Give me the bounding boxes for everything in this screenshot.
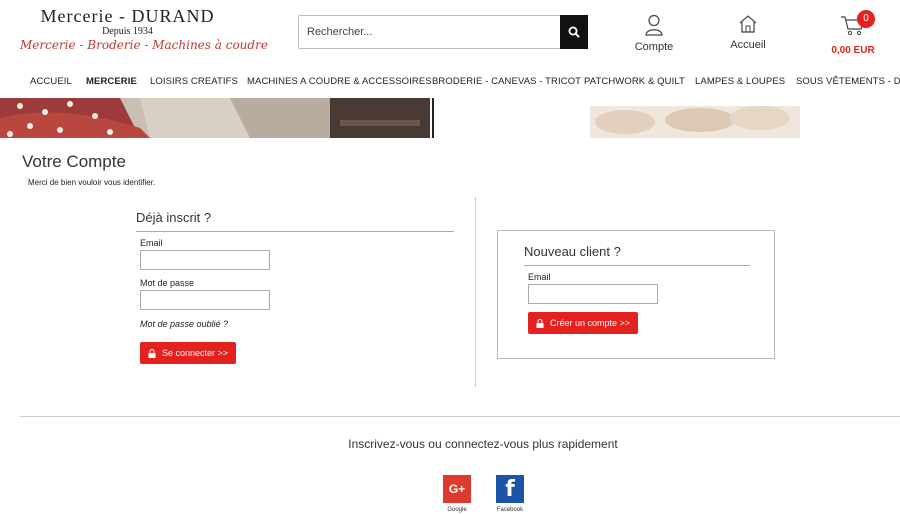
login-password-field[interactable] bbox=[140, 290, 270, 310]
search-bar bbox=[298, 15, 588, 49]
cart-link[interactable]: 0 0,00 EUR bbox=[822, 10, 884, 56]
account-link[interactable]: Compte bbox=[630, 14, 678, 53]
facebook-login-button[interactable]: f Facebook bbox=[496, 475, 524, 513]
nav-item-lampes[interactable]: LAMPES & LOUPES bbox=[695, 76, 785, 87]
hero-banner bbox=[0, 98, 900, 138]
nav-item-accueil[interactable]: ACCUEIL bbox=[30, 76, 72, 87]
horizontal-divider bbox=[20, 416, 900, 417]
google-plus-icon: G+ bbox=[443, 475, 471, 503]
nav-item-patchwork[interactable]: PATCHWORK & QUILT bbox=[584, 76, 685, 87]
home-icon bbox=[739, 15, 757, 33]
facebook-label: Facebook bbox=[496, 507, 524, 513]
account-label: Compte bbox=[634, 41, 674, 53]
register-email-label: Email bbox=[528, 272, 551, 282]
banner-image bbox=[0, 98, 900, 138]
nav-item-mercerie[interactable]: MERCERIE bbox=[86, 76, 137, 87]
page-title: Votre Compte bbox=[22, 152, 126, 171]
page-subtitle: Merci de bien vouloir vous identifier. bbox=[28, 178, 156, 187]
main-nav: ACCUEIL MERCERIE LOISIRS CREATIFS MACHIN… bbox=[0, 72, 900, 94]
login-password-label: Mot de passe bbox=[140, 278, 195, 288]
login-form: Déjà inscrit ? Email Mot de passe Mot de… bbox=[136, 210, 454, 364]
cart-total: 0,00 EUR bbox=[831, 45, 875, 56]
forgot-password-link[interactable]: Mot de passe oublié ? bbox=[140, 319, 454, 329]
nav-item-loisirs-creatifs[interactable]: LOISIRS CREATIFS bbox=[150, 76, 238, 87]
register-box: Nouveau client ? Email Créer un compte >… bbox=[497, 230, 775, 359]
user-icon bbox=[645, 14, 663, 36]
facebook-icon: f bbox=[496, 475, 524, 503]
logo-since: Depuis 1934 bbox=[102, 26, 153, 37]
cart-count-badge: 0 bbox=[857, 10, 875, 28]
search-icon bbox=[568, 26, 580, 38]
login-heading: Déjà inscrit ? bbox=[136, 210, 454, 232]
search-input[interactable] bbox=[299, 16, 561, 48]
google-login-button[interactable]: G+ Google bbox=[443, 475, 471, 513]
nav-item-machines-a-coudre[interactable]: MACHINES A COUDRE & ACCESSOIRES bbox=[247, 76, 432, 87]
create-account-button[interactable]: Créer un compte >> bbox=[528, 312, 639, 334]
search-button[interactable] bbox=[560, 15, 588, 49]
login-email-field[interactable] bbox=[140, 250, 270, 270]
home-label: Accueil bbox=[730, 39, 766, 51]
create-account-label: Créer un compte >> bbox=[550, 318, 631, 328]
google-label: Google bbox=[447, 507, 467, 513]
social-login-title: Inscrivez-vous ou connectez-vous plus ra… bbox=[348, 437, 618, 451]
logo-name: Mercerie - DURAND bbox=[40, 6, 215, 26]
register-heading: Nouveau client ? bbox=[524, 244, 750, 266]
login-button-label: Se connecter >> bbox=[162, 348, 229, 358]
login-button[interactable]: Se connecter >> bbox=[140, 342, 237, 364]
login-email-label: Email bbox=[140, 238, 163, 248]
lock-icon bbox=[148, 348, 156, 358]
home-link[interactable]: Accueil bbox=[725, 14, 771, 51]
nav-item-broderie[interactable]: BRODERIE - CANEVAS - TRICOT bbox=[432, 76, 581, 87]
register-email-field[interactable] bbox=[528, 284, 658, 304]
logo-tagline: Mercerie - Broderie - Machines à coudre bbox=[20, 38, 268, 52]
vertical-divider bbox=[475, 197, 476, 387]
nav-item-sous-vetements[interactable]: SOUS VÊTEMENTS - DIVI bbox=[796, 76, 900, 87]
site-header: Mercerie - DURAND Depuis 1934 Mercerie -… bbox=[0, 0, 900, 66]
site-logo[interactable]: Mercerie - DURAND Depuis 1934 Mercerie -… bbox=[20, 6, 268, 53]
lock-icon bbox=[536, 318, 544, 328]
